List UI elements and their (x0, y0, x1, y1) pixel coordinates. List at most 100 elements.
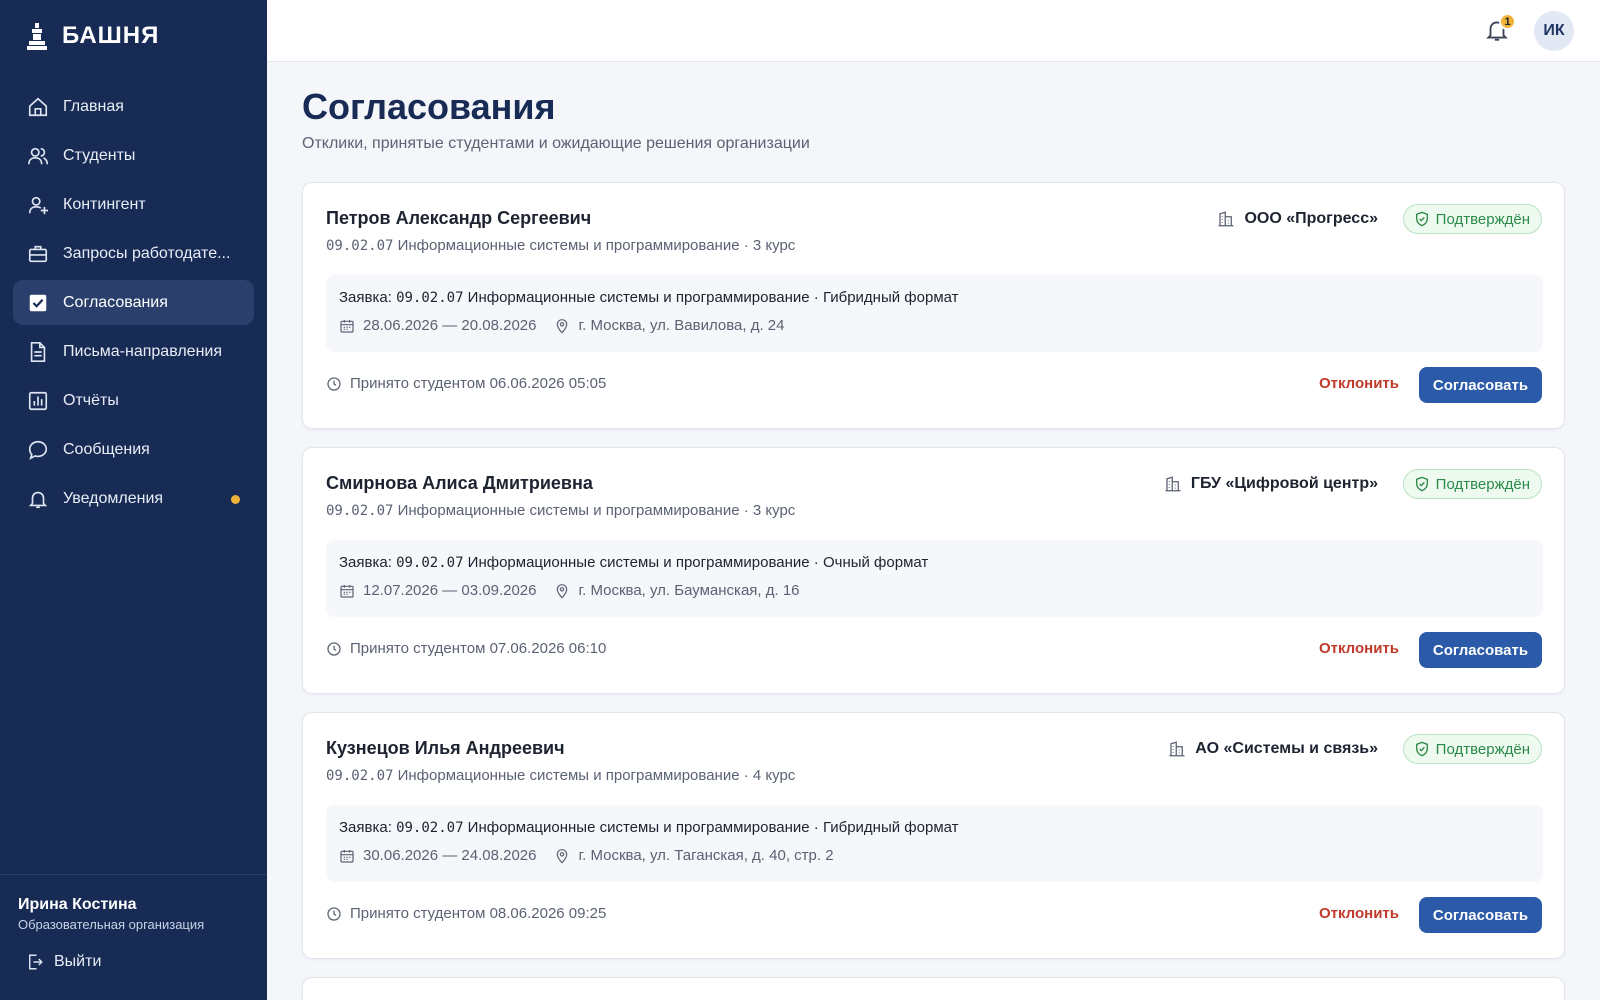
clock-icon (327, 376, 341, 391)
sidebar-item-label: Контингент (63, 195, 146, 213)
sidebar-item-home[interactable]: Главная (13, 84, 254, 129)
student-name[interactable]: Смирнова Алиса Дмитриевна (326, 473, 593, 494)
request-details: Заявка: 09.02.07 Информационные системы … (326, 275, 1543, 352)
sidebar-item-notifications[interactable]: Уведомления (13, 476, 254, 521)
request-address: г. Москва, ул. Вавилова, д. 24 (578, 317, 785, 334)
program-text: Информационные системы и программировани… (393, 767, 796, 784)
user-role: Образовательная организация (18, 917, 205, 932)
page-title: Согласования (302, 86, 556, 127)
users-icon (27, 145, 49, 167)
status-label: Подтверждён (1435, 475, 1530, 493)
sidebar-item-label: Письма-направления (63, 342, 222, 360)
student-name[interactable]: Кузнецов Илья Андреевич (326, 738, 565, 759)
accepted-info: Принято студентом 07.06.2026 06:10 (326, 640, 606, 657)
accepted-info: Принято студентом 08.06.2026 09:25 (326, 905, 606, 922)
calendar-icon (339, 318, 355, 334)
tower-logo-icon (27, 23, 47, 50)
request-title: Заявка: 09.02.07 Информационные системы … (339, 819, 959, 836)
approve-button[interactable]: Согласовать (1419, 367, 1542, 403)
sidebar-item-employer-requests[interactable]: Запросы работодате... (13, 231, 254, 276)
status-label: Подтверждён (1435, 210, 1530, 228)
home-icon (27, 96, 49, 118)
approval-card: Петров Александр Сергеевич 09.02.07 Инфо… (302, 182, 1565, 429)
sidebar-item-students[interactable]: Студенты (13, 133, 254, 178)
request-prefix: Заявка: (339, 289, 397, 306)
sidebar-nav: Главная Студенты Контингент Запросы рабо… (13, 84, 254, 525)
clock-icon (327, 906, 341, 921)
location-pin-icon (554, 583, 570, 599)
bell-icon (27, 488, 49, 510)
brand[interactable]: БАШНЯ (26, 22, 159, 50)
request-dates: 30.06.2026 — 24.08.2026 (363, 847, 537, 864)
checkbox-icon (27, 292, 49, 314)
request-title: Заявка: 09.02.07 Информационные системы … (339, 554, 928, 571)
approval-list: Петров Александр Сергеевич 09.02.07 Инфо… (302, 182, 1565, 1000)
sidebar-item-contingent[interactable]: Контингент (13, 182, 254, 227)
reject-button[interactable]: Отклонить (1319, 640, 1399, 657)
shield-check-icon (1415, 211, 1428, 227)
sidebar-item-approvals[interactable]: Согласования (13, 280, 254, 325)
request-address: г. Москва, ул. Бауманская, д. 16 (578, 582, 800, 599)
clock-icon (327, 641, 341, 656)
status-badge: Подтверждён (1402, 469, 1542, 499)
request-meta: 28.06.2026 — 20.08.2026 г. Москва, ул. В… (339, 317, 784, 334)
avatar[interactable]: ИК (1534, 11, 1574, 51)
sidebar-footer: Ирина Костина Образовательная организаци… (0, 874, 267, 1000)
status-label: Подтверждён (1435, 740, 1530, 758)
sidebar-item-label: Согласования (63, 293, 168, 311)
student-name[interactable]: Петров Александр Сергеевич (326, 208, 591, 229)
building-icon (1169, 741, 1185, 757)
request-code: 09.02.07 (396, 555, 464, 571)
sidebar-item-letters[interactable]: Письма-направления (13, 329, 254, 374)
request-text: Информационные системы и программировани… (463, 554, 929, 571)
calendar-icon (339, 583, 355, 599)
request-dates: 28.06.2026 — 20.08.2026 (363, 317, 537, 334)
sidebar-item-label: Студенты (63, 146, 136, 164)
approve-button[interactable]: Согласовать (1419, 632, 1542, 668)
shield-check-icon (1415, 741, 1428, 757)
organization-name: ГБУ «Цифровой центр» (1190, 475, 1378, 492)
reject-button[interactable]: Отклонить (1319, 375, 1399, 392)
program-text: Информационные системы и программировани… (393, 502, 796, 519)
sidebar-item-messages[interactable]: Сообщения (13, 427, 254, 472)
approve-button[interactable]: Согласовать (1419, 897, 1542, 933)
building-icon (1165, 476, 1181, 492)
approval-card: Смирнова Алиса Дмитриевна 09.02.07 Инфор… (302, 447, 1565, 694)
organization: АО «Системы и связь» (1168, 740, 1378, 758)
briefcase-icon (27, 243, 49, 265)
notification-badge: 1 (1499, 13, 1516, 30)
building-icon (1218, 211, 1234, 227)
request-dates: 12.07.2026 — 03.09.2026 (363, 582, 537, 599)
brand-name: БАШНЯ (62, 22, 160, 49)
chat-icon (27, 439, 49, 461)
logout-button[interactable]: Выйти (26, 953, 101, 971)
request-text: Информационные системы и программировани… (463, 819, 959, 836)
sidebar-item-reports[interactable]: Отчёты (13, 378, 254, 423)
accepted-text: Принято студентом 08.06.2026 09:25 (350, 905, 607, 922)
sidebar: БАШНЯ Главная Студенты Контингент Запрос… (0, 0, 267, 1000)
sidebar-item-label: Сообщения (63, 440, 150, 458)
calendar-icon (339, 848, 355, 864)
reject-button[interactable]: Отклонить (1319, 905, 1399, 922)
shield-check-icon (1415, 476, 1428, 492)
request-prefix: Заявка: (339, 819, 397, 836)
page-subtitle: Отклики, принятые студентами и ожидающие… (302, 135, 810, 152)
logout-icon (29, 954, 43, 970)
request-text: Информационные системы и программировани… (463, 289, 959, 306)
location-pin-icon (554, 848, 570, 864)
sidebar-item-label: Запросы работодате... (63, 244, 231, 262)
organization-name: ООО «Прогресс» (1244, 210, 1378, 227)
request-address: г. Москва, ул. Таганская, д. 40, стр. 2 (578, 847, 834, 864)
organization: ООО «Прогресс» (1217, 210, 1378, 228)
request-meta: 12.07.2026 — 03.09.2026 г. Москва, ул. Б… (339, 582, 800, 599)
request-details: Заявка: 09.02.07 Информационные системы … (326, 540, 1543, 617)
organization-name: АО «Системы и связь» (1195, 740, 1378, 757)
program-code: 09.02.07 (326, 503, 394, 519)
accepted-info: Принято студентом 06.06.2026 05:05 (326, 375, 606, 392)
sidebar-item-label: Уведомления (63, 489, 164, 507)
topbar: 1 ИК (267, 0, 1600, 62)
student-program: 09.02.07 Информационные системы и програ… (326, 767, 795, 784)
approval-card: Кузнецов Илья Андреевич 09.02.07 Информа… (302, 712, 1565, 959)
organization: ГБУ «Цифровой центр» (1164, 475, 1378, 493)
request-prefix: Заявка: (339, 554, 397, 571)
